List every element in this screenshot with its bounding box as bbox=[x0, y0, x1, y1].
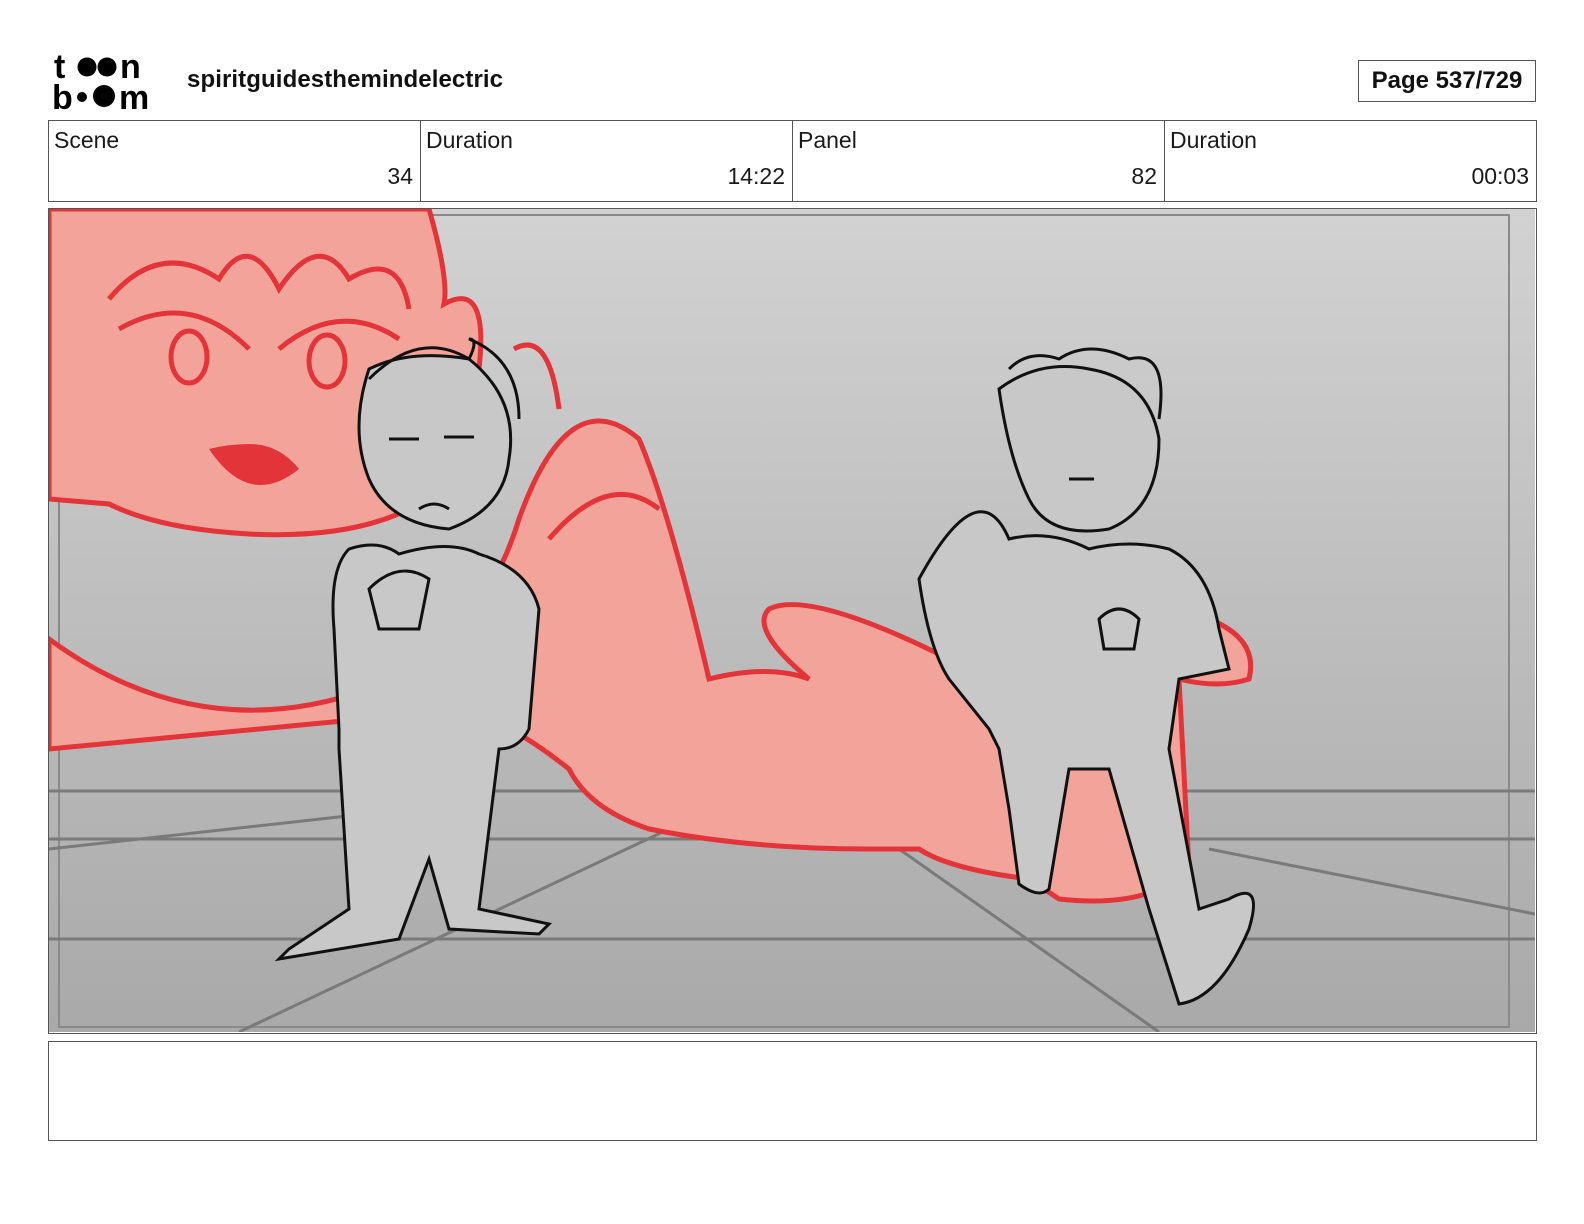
scene-cell: Scene 34 bbox=[49, 121, 421, 201]
project-title: spiritguidesthemindelectric bbox=[187, 66, 504, 93]
svg-text:b: b bbox=[52, 79, 73, 112]
panel-sketch-image bbox=[49, 209, 1535, 1032]
scene-duration-cell: Duration 14:22 bbox=[421, 121, 793, 201]
panel-duration-value: 00:03 bbox=[1471, 163, 1529, 189]
panel-value: 82 bbox=[1131, 163, 1157, 189]
toon-boom-logo-mark: t n b m bbox=[52, 48, 149, 117]
storyboard-panel bbox=[48, 208, 1537, 1034]
toon-boom-logo: t n b m bbox=[52, 48, 164, 117]
panel-duration-label: Duration bbox=[1170, 127, 1257, 153]
svg-text:m: m bbox=[119, 79, 149, 112]
scene-value: 34 bbox=[387, 163, 413, 189]
panel-info-bar: Scene 34 Duration 14:22 Panel 82 Duratio… bbox=[48, 120, 1537, 202]
panel-label: Panel bbox=[798, 127, 857, 153]
scene-duration-label: Duration bbox=[426, 127, 513, 153]
page-indicator: Page 537/729 bbox=[1358, 60, 1536, 102]
panel-duration-cell: Duration 00:03 bbox=[1165, 121, 1536, 201]
panel-cell: Panel 82 bbox=[793, 121, 1165, 201]
scene-label: Scene bbox=[54, 127, 120, 153]
scene-duration-value: 14:22 bbox=[727, 163, 785, 189]
panel-notes-box bbox=[48, 1041, 1537, 1141]
